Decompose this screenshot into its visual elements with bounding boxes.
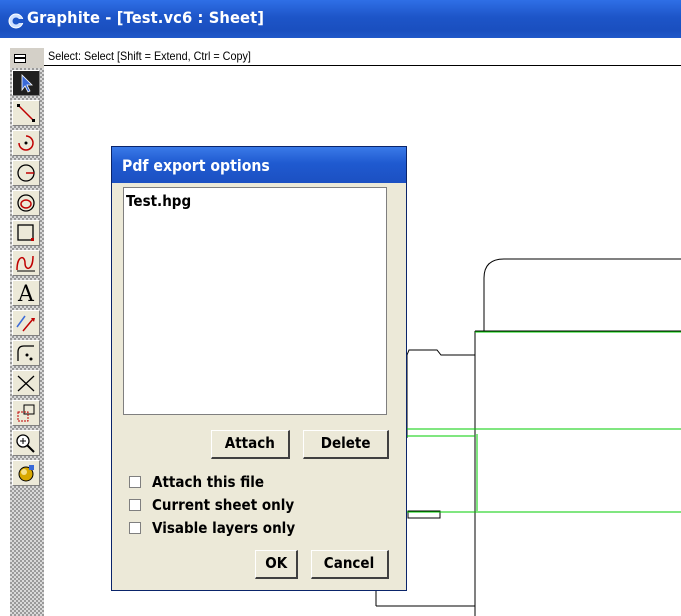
checkbox-box[interactable] (129, 522, 141, 534)
status-prompt-bar: Select: Select [Shift = Extend, Ctrl = C… (44, 48, 681, 65)
spline-tool-icon (16, 255, 35, 272)
dialog-title: Pdf export options (122, 156, 270, 175)
text-tool-button[interactable]: A (12, 280, 40, 306)
delete-button[interactable]: Delete (303, 430, 389, 459)
tool-palette: A (10, 48, 44, 616)
fillet-tool-button[interactable] (12, 340, 40, 366)
arc-tool-button[interactable] (12, 130, 40, 156)
graphite-app-icon (8, 13, 24, 29)
ellipse-tool-button[interactable] (12, 190, 40, 216)
drawing-black-geometry (375, 258, 681, 616)
rectangle-tool-icon (17, 224, 34, 241)
plugin-tool-button[interactable] (12, 460, 40, 486)
select-arrow-icon (21, 74, 33, 93)
circle-tool-icon (17, 164, 35, 182)
dialog-title-bar[interactable]: Pdf export options (112, 147, 406, 183)
ok-button[interactable]: OK (255, 550, 298, 579)
attach-button-label: Attach (224, 434, 276, 452)
checkbox-label: Current sheet only (152, 496, 295, 514)
plugin-tool-icon (18, 465, 34, 482)
ellipse-tool-icon (17, 194, 35, 212)
attach-button[interactable]: Attach (211, 430, 290, 459)
rectangle-tool-button[interactable] (12, 220, 40, 246)
zoom-tool-button[interactable] (12, 430, 40, 456)
pdf-export-dialog: Pdf export options Test.hpg Attach Delet… (111, 146, 407, 591)
window-title: Graphite - [Test.vc6 : Sheet] (27, 8, 265, 27)
list-item[interactable]: Test.hpg (126, 192, 191, 210)
checkbox-box[interactable] (129, 499, 141, 511)
line-tool-icon (17, 104, 35, 122)
select-tool-button[interactable] (12, 70, 40, 96)
spline-tool-button[interactable] (12, 250, 40, 276)
line-tool-button[interactable] (12, 100, 40, 126)
status-prompt-text: Select: Select [Shift = Extend, Ctrl = C… (48, 49, 251, 63)
symbol-tool-button[interactable] (12, 400, 40, 426)
attached-files-list[interactable]: Test.hpg (123, 187, 387, 415)
checkbox-box[interactable] (129, 476, 141, 488)
svg-text:A: A (17, 283, 35, 303)
symbol-tool-icon (17, 404, 35, 422)
palette-header (10, 48, 44, 68)
trim-tool-icon (17, 375, 35, 392)
dimension-tool-icon (16, 315, 35, 332)
trim-tool-button[interactable] (12, 370, 40, 396)
cancel-button-label: Cancel (324, 554, 375, 572)
fillet-tool-icon (17, 345, 34, 361)
delete-button-label: Delete (320, 434, 371, 452)
circle-tool-button[interactable] (12, 160, 40, 186)
arc-tool-icon (18, 135, 34, 151)
checkbox-label: Visable layers only (152, 519, 296, 537)
text-tool-icon: A (17, 283, 35, 303)
checkbox-label: Attach this file (152, 473, 265, 491)
zoom-tool-icon (16, 434, 35, 453)
ok-button-label: OK (265, 554, 287, 572)
window-title-bar[interactable]: Graphite - [Test.vc6 : Sheet] (0, 0, 681, 38)
dimension-tool-button[interactable] (12, 310, 40, 336)
cancel-button[interactable]: Cancel (311, 550, 389, 579)
drawing-green-geometry (407, 331, 681, 513)
